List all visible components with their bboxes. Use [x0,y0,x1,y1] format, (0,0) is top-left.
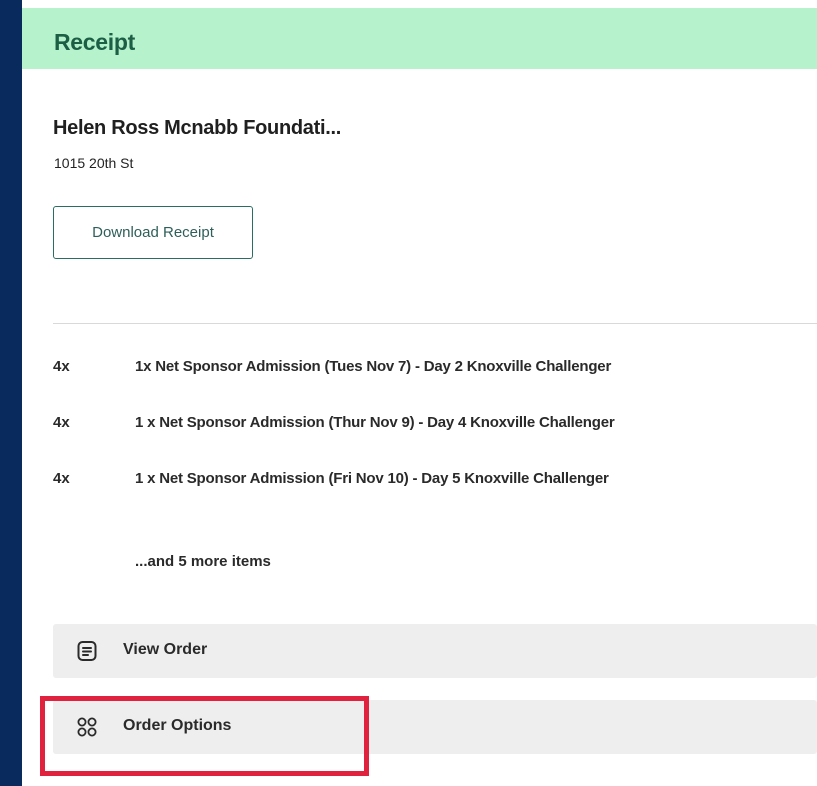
highlight-box [40,696,369,776]
page-title: Receipt [54,29,135,55]
more-items-label: ...and 5 more items [135,553,271,570]
item-quantity: 4x [53,414,70,431]
list-item: 4x 1 x Net Sponsor Admission (Fri Nov 10… [53,470,817,494]
list-item: 4x 1x Net Sponsor Admission (Tues Nov 7)… [53,358,817,382]
view-order-button[interactable]: View Order [53,624,817,678]
item-name: 1x Net Sponsor Admission (Tues Nov 7) - … [135,358,612,375]
view-order-label: View Order [123,641,208,658]
list-item: 4x 1 x Net Sponsor Admission (Thur Nov 9… [53,414,817,438]
item-name: 1 x Net Sponsor Admission (Thur Nov 9) -… [135,414,615,431]
divider [53,323,817,324]
receipt-list-icon [75,639,99,663]
item-quantity: 4x [53,470,70,487]
organization-name: Helen Ross Mcnabb Foundati... [53,117,341,139]
organization-address: 1015 20th St [54,155,134,171]
item-quantity: 4x [53,358,70,375]
download-receipt-button[interactable]: Download Receipt [53,206,253,259]
receipt-panel: Receipt Helen Ross Mcnabb Foundati... 10… [22,0,817,786]
item-name: 1 x Net Sponsor Admission (Fri Nov 10) -… [135,470,609,487]
receipt-header: Receipt [22,8,817,69]
